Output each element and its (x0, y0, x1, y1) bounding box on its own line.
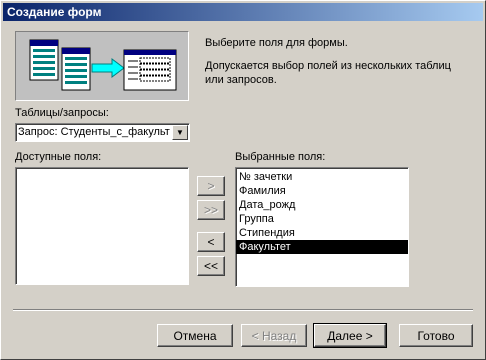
cancel-button[interactable]: Отмена (157, 324, 233, 347)
list-item[interactable]: Фамилия (236, 184, 408, 198)
finish-button[interactable]: Готово (399, 324, 473, 347)
next-button[interactable]: Далее > (313, 323, 387, 348)
remove-one-button[interactable]: < (197, 232, 225, 252)
list-item[interactable]: Дата_рожд (236, 198, 408, 212)
intro-line-2: Допускается выбор полей из нескольких та… (205, 60, 451, 86)
form-wizard-window: Создание форм Выберите поля для формы. Д… (0, 0, 486, 360)
remove-all-button[interactable]: << (197, 256, 225, 276)
available-fields-list[interactable] (15, 167, 189, 285)
selected-fields-label: Выбранные поля: (235, 151, 326, 163)
wizard-illustration (15, 31, 189, 101)
list-item[interactable]: № зачетки (236, 170, 408, 184)
title-bar[interactable]: Создание форм (3, 3, 483, 21)
add-one-button[interactable]: > (197, 176, 225, 196)
tables-combobox-value: Запрос: Студенты_с_факультетом (18, 126, 170, 138)
add-all-button[interactable]: >> (197, 200, 225, 220)
back-button[interactable]: < Назад (241, 324, 307, 347)
separator (13, 309, 473, 311)
list-item-selected[interactable]: Факультет (236, 240, 408, 254)
tables-combobox[interactable]: Запрос: Студенты_с_факультетом ▼ (15, 123, 190, 142)
selected-fields-list[interactable]: № зачетки Фамилия Дата_рожд Группа Стипе… (235, 167, 409, 287)
tables-to-form-icon (29, 39, 177, 91)
intro-line-1: Выберите поля для формы. (205, 37, 348, 49)
list-item[interactable]: Группа (236, 212, 408, 226)
list-item[interactable]: Стипендия (236, 226, 408, 240)
tables-label: Таблицы/запросы: (15, 107, 109, 119)
available-fields-label: Доступные поля: (15, 151, 102, 163)
chevron-down-icon[interactable]: ▼ (172, 125, 188, 140)
window-title: Создание форм (7, 5, 102, 19)
